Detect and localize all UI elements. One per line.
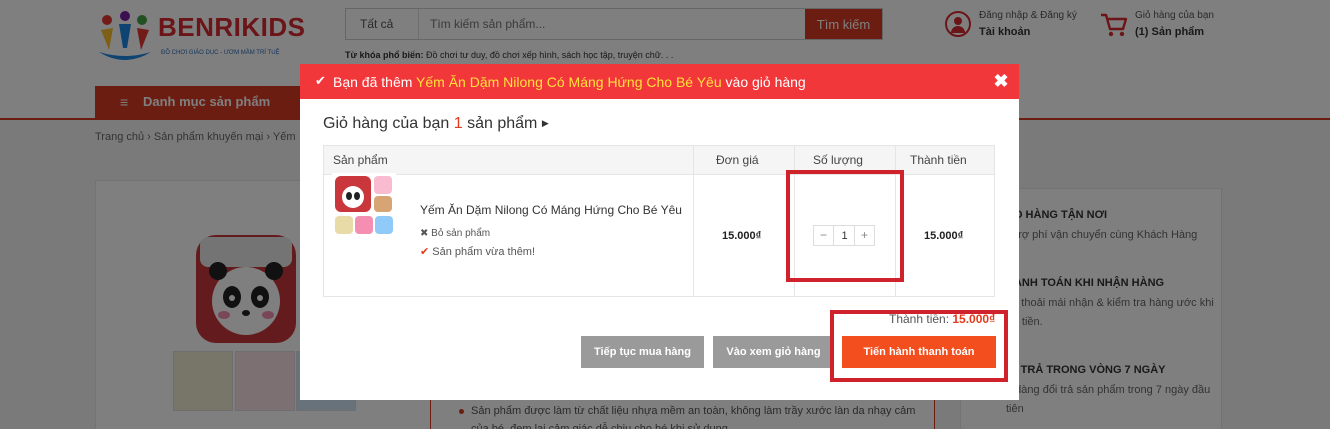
column-divider bbox=[693, 146, 694, 296]
column-header-subtotal: Thành tiền bbox=[910, 153, 967, 167]
column-header-product: Sản phẩm bbox=[333, 153, 388, 167]
remove-item-link[interactable]: ✖ Bỏ sản phẩm bbox=[420, 228, 490, 239]
check-icon: ✔ bbox=[315, 73, 326, 88]
just-added-note: ✔ Sản phẩm vừa thêm! bbox=[420, 245, 535, 258]
close-icon[interactable]: ✖ bbox=[992, 72, 1010, 90]
item-subtotal: 15.000₫ bbox=[924, 230, 964, 242]
remove-icon: ✖ bbox=[420, 228, 429, 239]
continue-shopping-button[interactable]: Tiếp tục mua hàng bbox=[581, 336, 704, 368]
added-prefix: Bạn đã thêm bbox=[333, 74, 417, 90]
caret-right-icon: ▶ bbox=[541, 118, 549, 128]
added-product-name: Yếm Ăn Dặm Nilong Có Máng Hứng Cho Bé Yê… bbox=[416, 74, 722, 90]
checkout-highlight-box bbox=[830, 310, 1008, 382]
added-message: Bạn đã thêm Yếm Ăn Dặm Nilong Có Máng Hứ… bbox=[333, 74, 806, 90]
check-icon: ✔ bbox=[420, 246, 430, 258]
column-header-unit-price: Đơn giá bbox=[716, 153, 759, 167]
unit-price: 15.000₫ bbox=[722, 230, 762, 242]
added-suffix: vào giỏ hàng bbox=[721, 74, 806, 90]
added-to-cart-modal: ✔ Bạn đã thêm Yếm Ăn Dặm Nilong Có Máng … bbox=[300, 64, 1019, 400]
just-added-label: Sản phẩm vừa thêm! bbox=[432, 246, 536, 258]
cart-item-image[interactable] bbox=[332, 173, 396, 237]
cart-item-count: 1 bbox=[453, 115, 463, 132]
view-cart-button[interactable]: Vào xem giỏ hàng bbox=[713, 336, 834, 368]
cart-title-prefix: Giỏ hàng của bạn bbox=[323, 115, 454, 132]
cart-summary-title: Giỏ hàng của bạn 1 sản phẩm ▶ bbox=[323, 115, 549, 133]
cart-item-name[interactable]: Yếm Ăn Dặm Nilong Có Máng Hứng Cho Bé Yê… bbox=[420, 203, 682, 217]
modal-header: ✔ Bạn đã thêm Yếm Ăn Dặm Nilong Có Máng … bbox=[300, 64, 1019, 99]
remove-item-label: Bỏ sản phẩm bbox=[431, 228, 491, 239]
cart-title-suffix: sản phẩm bbox=[462, 115, 538, 132]
quantity-highlight-box bbox=[786, 170, 904, 282]
